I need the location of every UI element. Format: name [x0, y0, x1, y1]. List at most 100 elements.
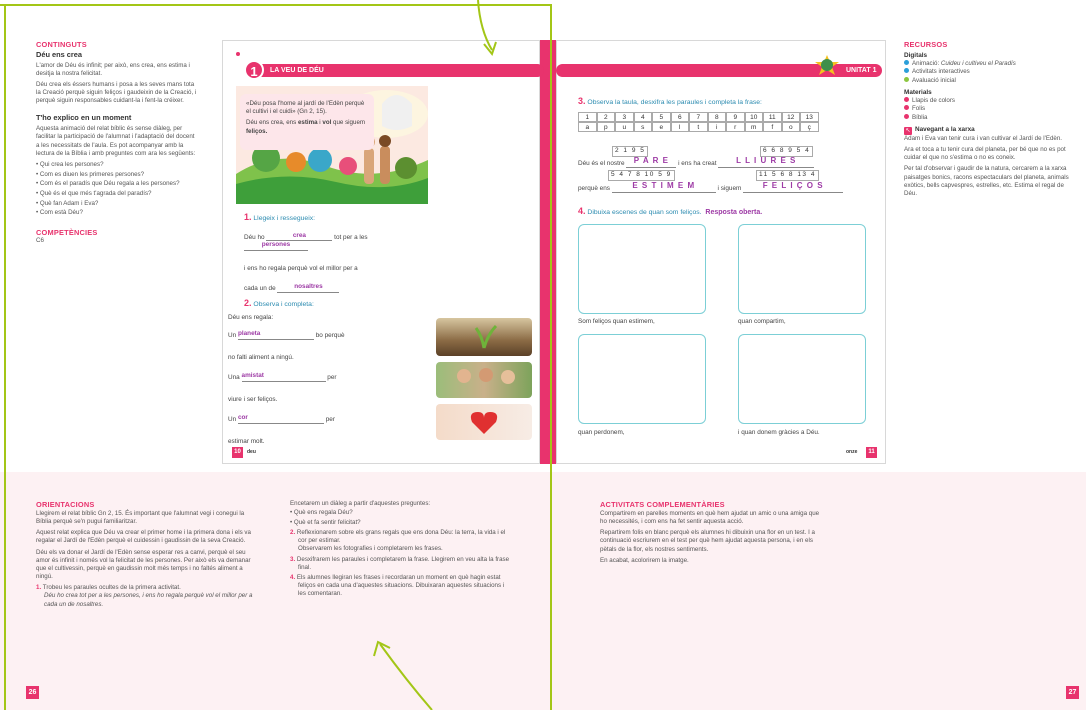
open-answer-note: Resposta oberta. — [705, 209, 763, 216]
drawing-caption: quan compartim, — [738, 318, 786, 325]
activity-2: 2. Observa i completa: Déu ens regala: U… — [228, 298, 418, 446]
numbered-item-detail: Déu ho crea tot per a les persones, i en… — [44, 592, 253, 608]
drawing-box[interactable] — [578, 334, 706, 424]
drawing-box[interactable] — [738, 334, 866, 424]
numbered-item: 4. Els alumnes llegiran les frases i rec… — [290, 574, 505, 598]
bullet-icon — [904, 97, 909, 103]
section-title: Déu ens crea — [36, 49, 83, 59]
cursor-icon: ↖ — [904, 126, 912, 135]
drawing-caption: quan perdonem, — [578, 429, 625, 436]
activity-1-line: i ens ho regala perquè vol el millor per… — [244, 264, 358, 272]
annotation-arrow-top — [477, 0, 497, 57]
paragraph: Compartirem en parelles moments en què h… — [600, 509, 820, 525]
complementaries: ACTIVITATS COMPLEMENTÀRIES Compartirem e… — [600, 500, 822, 568]
competencies-value: C6 — [36, 237, 44, 245]
list-item: • Qui crea les persones? — [36, 160, 104, 168]
paragraph: Aquest relat explica que Déu va crear el… — [36, 529, 251, 545]
xarxa-label: Navegant a la xarxa — [915, 125, 975, 133]
paragraph: Ara et toca a tu tenir cura del planeta,… — [904, 145, 1066, 162]
bullet-icon — [904, 76, 909, 82]
list-item: • Com es diuen les primeres persones? — [36, 170, 145, 178]
answer-field[interactable]: crea — [266, 232, 333, 242]
annotation-frame-left — [4, 4, 6, 710]
continguts-heading: CONTINGUTS — [36, 40, 87, 49]
lesson-number: 1 — [244, 60, 264, 80]
activity-1-line: Déu ho crea tot per a les persones — [244, 232, 424, 253]
numbered-item: 1. Trobeu les paraules ocultes de la pri… — [36, 584, 181, 592]
activity-2-line: no falti aliment a ningú. — [228, 353, 294, 361]
bullet-icon — [904, 68, 909, 74]
bible-quote: «Déu posa l'home al jardí de l'Edèn perq… — [246, 100, 365, 116]
activity-2-title: 2. Observa i completa: — [244, 298, 314, 308]
photo-seedling — [436, 318, 532, 356]
page-number-right: 27 — [1066, 686, 1079, 699]
resource-item[interactable]: Avaluació inicial — [904, 76, 1070, 85]
section-title: T'ho explico en un moment — [36, 113, 132, 123]
question-list: • Qui crea les persones? • Com es diuen … — [36, 161, 198, 218]
photo-heart — [436, 404, 532, 440]
complementaries-heading: ACTIVITATS COMPLEMENTÀRIES — [600, 500, 725, 509]
code-hint: 5 4 7 8 10 5 9 — [608, 170, 675, 181]
annotation-frame-middle — [550, 4, 552, 710]
answer-field[interactable]: nosaltres — [277, 283, 340, 293]
lead-text: Déu ens crea, ens estima i vol que sigue… — [246, 119, 366, 135]
drawing-box[interactable] — [578, 224, 706, 314]
material-item: Llapis de colors — [904, 97, 1070, 105]
list-item: • Com està Déu? — [36, 209, 83, 217]
code-hint: 2 1 9 5 — [612, 146, 649, 157]
annotation-arrow-bottom — [373, 640, 433, 710]
paragraph: En acabat, acolorirem la imatge. — [600, 556, 689, 564]
activity-1-line: cada un de nosaltres — [244, 283, 424, 294]
answer-field[interactable]: E S T I M E M — [611, 181, 716, 193]
activity-4-title: 4. Dibuixa escenes de quan som feliços. … — [578, 206, 763, 216]
resource-item[interactable]: Animació: Cuideu i cultiveu el Paradís — [904, 60, 1070, 68]
paragraph: Encetarem un diàleg a partir d'aquestes … — [290, 500, 431, 507]
activity-2-line: Un planeta bo perquè — [228, 330, 345, 340]
answer-field[interactable]: L L I U R E S — [718, 156, 815, 168]
activity-2-line: Una amistat per — [228, 372, 337, 382]
answer-field[interactable]: amistat — [241, 372, 326, 382]
lesson-title: LA VEU DE DÉU — [270, 67, 324, 74]
numbered-item-detail: Observarem les fotografies i completarem… — [298, 545, 443, 553]
decode-line: Déu és el nostre P A R E i ens ha creat … — [578, 156, 815, 170]
answer-field[interactable]: F E L I Ç O S — [743, 181, 844, 193]
paragraph: Déu crea els éssers humans i posa a les … — [36, 80, 197, 105]
activity-2-line: viure i ser feliços. — [228, 395, 278, 403]
decorative-dot — [236, 52, 240, 56]
activity-2-line: estimar molt. — [228, 437, 265, 445]
activity-3: 3. Observa la taula, desxifra les paraul… — [578, 96, 868, 132]
numbered-item: 3. Desxifrarem les paraules i completare… — [290, 555, 510, 571]
code-hint: 11 5 6 8 13 4 — [756, 170, 819, 181]
answer-field[interactable]: persones — [244, 241, 308, 251]
activity-1-title: 1. Llegeix i ressegueix: — [244, 212, 315, 222]
list-item: • Què és el que més t'agrada del paradís… — [36, 190, 152, 198]
cipher-row-letters: apuseltirmfoç — [578, 121, 868, 132]
unit-label: UNITAT 1 — [846, 67, 877, 74]
decode-line: perquè ens E S T I M E M i siguem F E L … — [578, 181, 844, 195]
page-number-badge: 10 — [232, 447, 243, 458]
answer-field[interactable]: cor — [237, 414, 324, 424]
answer-field[interactable]: P A R E — [626, 156, 677, 168]
drawing-box[interactable] — [738, 224, 866, 314]
list-item: • Com és el paradís que Déu regala a les… — [36, 180, 180, 188]
paragraph: Déu els va donar el Jardí de l'Edèn sens… — [36, 548, 251, 581]
paragraph: Adam i Eva van tenir cura i van cultivar… — [904, 134, 1063, 142]
activity-2-line: Un cor per — [228, 414, 335, 424]
bullet-icon — [904, 113, 909, 119]
code-hint: 6 6 8 9 5 4 — [760, 146, 814, 157]
right-sidebar: RECURSOS Digitals Animació: Cuideu i cul… — [904, 40, 1070, 201]
numbered-item: 2. Reflexionarem sobre els grans regals … — [290, 529, 506, 545]
quote-box: «Déu posa l'home al jardí de l'Edèn perq… — [240, 94, 374, 150]
resource-item[interactable]: Activitats interactives — [904, 68, 1070, 76]
paragraph: Llegirem el relat bíblic Gn 2, 15. És im… — [36, 509, 245, 525]
page-word: onze — [846, 449, 858, 455]
xarxa-row: ↖ Navegant a la xarxa — [904, 126, 1070, 135]
page-word: deu — [247, 449, 256, 455]
competencies-heading: COMPETÈNCIES — [36, 227, 98, 237]
activity-3-title: 3. Observa la taula, desxifra les paraul… — [578, 96, 762, 106]
answer-field[interactable]: planeta — [237, 330, 314, 340]
photo-friends — [436, 362, 532, 398]
paragraph: Aquesta animació del relat bíblic és sen… — [36, 125, 196, 157]
bullet-icon — [904, 105, 909, 111]
cipher-table: 1 2 3 4 5 6 7 8 9 10 11 12 13 apuseltirmfoç — [578, 111, 868, 132]
